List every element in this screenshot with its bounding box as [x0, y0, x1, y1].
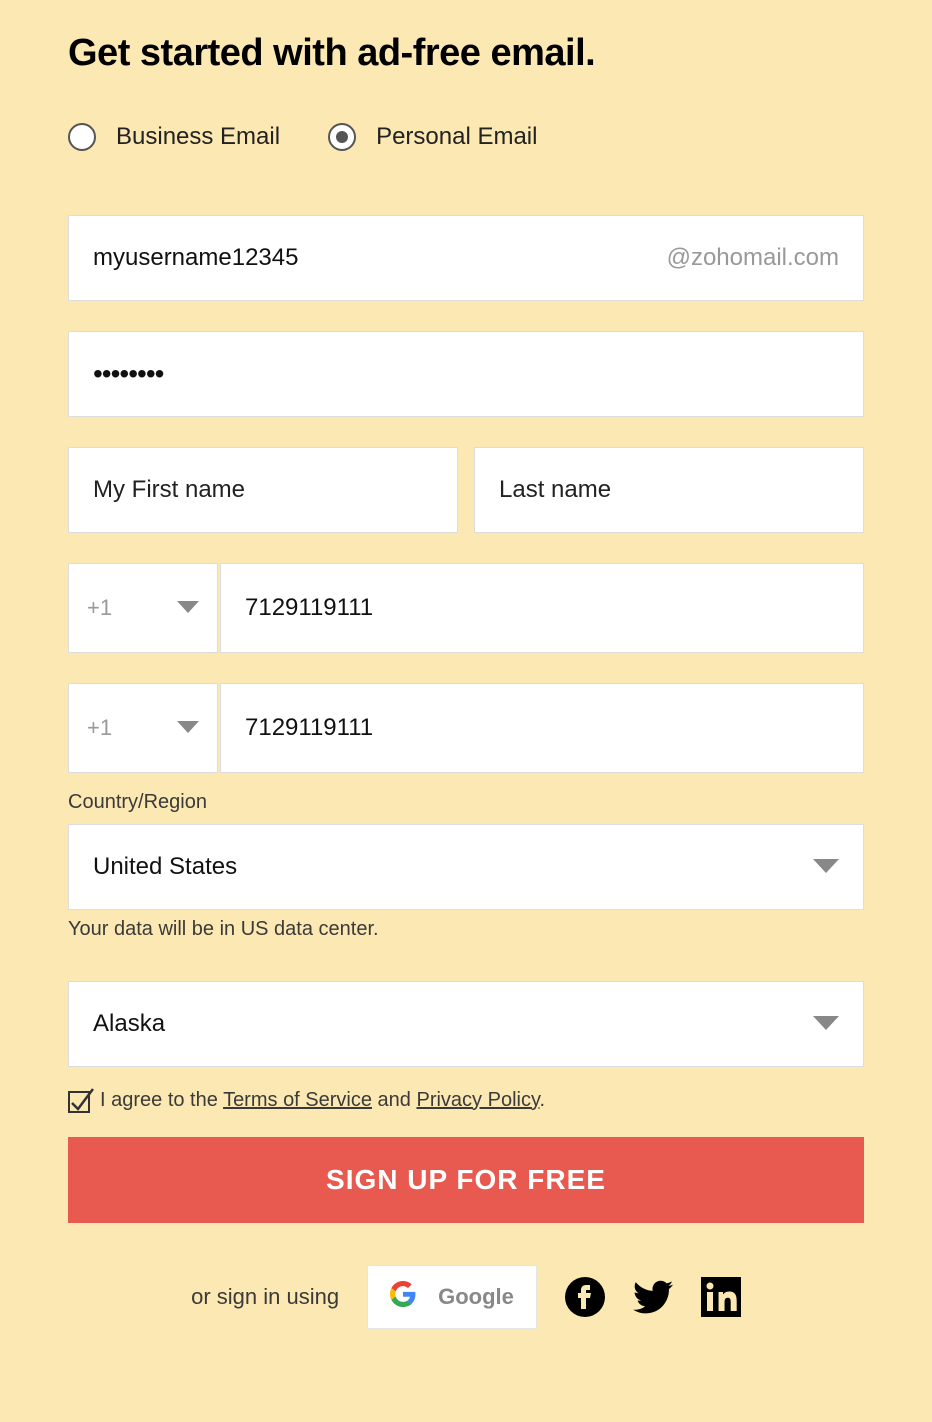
privacy-link[interactable]: Privacy Policy	[416, 1089, 539, 1111]
google-icon	[390, 1281, 416, 1313]
country-helper: Your data will be in US data center.	[68, 918, 864, 941]
phone-number-value-2: 7129119111	[245, 714, 373, 742]
phone-number-input-1[interactable]: 7129119111	[220, 563, 864, 653]
chevron-down-icon	[813, 859, 839, 875]
phone-code-value-1: +1	[87, 595, 112, 621]
chevron-down-icon	[177, 721, 199, 735]
linkedin-icon[interactable]	[701, 1277, 741, 1317]
personal-email-label: Personal Email	[376, 123, 537, 151]
first-name-value: My First name	[93, 476, 245, 504]
phone-number-value-1: 7129119111	[245, 594, 373, 622]
first-name-input[interactable]: My First name	[68, 447, 458, 533]
phone-number-input-2[interactable]: 7129119111	[220, 683, 864, 773]
last-name-input[interactable]: Last name	[474, 447, 864, 533]
phone-row-1: +1 7129119111	[68, 563, 864, 653]
password-input[interactable]: ••••••••	[68, 331, 864, 417]
business-email-label: Business Email	[116, 123, 280, 151]
signin-text: or sign in using	[191, 1284, 339, 1310]
chevron-down-icon	[813, 1016, 839, 1032]
twitter-icon[interactable]	[633, 1277, 673, 1317]
country-select[interactable]: United States	[68, 824, 864, 910]
phone-code-select-1[interactable]: +1	[68, 563, 218, 653]
signup-button[interactable]: SIGN UP FOR FREE	[68, 1137, 864, 1223]
username-input[interactable]: myusername12345 @zohomail.com	[68, 215, 864, 301]
country-label: Country/Region	[68, 791, 864, 814]
google-label: Google	[438, 1284, 514, 1310]
agree-checkbox-row[interactable]: I agree to the Terms of Service and Priv…	[68, 1087, 864, 1113]
phone-code-value-2: +1	[87, 715, 112, 741]
radio-unchecked-icon	[68, 123, 96, 151]
password-masked: ••••••••	[93, 358, 163, 390]
agree-text: I agree to the Terms of Service and Priv…	[100, 1089, 545, 1112]
facebook-icon[interactable]	[565, 1277, 605, 1317]
phone-row-2: +1 7129119111	[68, 683, 864, 773]
personal-email-radio[interactable]: Personal Email	[328, 123, 537, 151]
signin-row: or sign in using Google	[68, 1265, 864, 1329]
username-suffix: @zohomail.com	[667, 244, 839, 272]
google-signin-button[interactable]: Google	[367, 1265, 537, 1329]
business-email-radio[interactable]: Business Email	[68, 123, 280, 151]
last-name-placeholder: Last name	[499, 476, 611, 504]
state-select[interactable]: Alaska	[68, 981, 864, 1067]
tos-link[interactable]: Terms of Service	[223, 1089, 372, 1111]
country-value: United States	[93, 853, 237, 881]
checkbox-checked-icon	[68, 1087, 94, 1113]
chevron-down-icon	[177, 601, 199, 615]
state-value: Alaska	[93, 1010, 165, 1038]
username-value: myusername12345	[93, 244, 298, 272]
phone-code-select-2[interactable]: +1	[68, 683, 218, 773]
email-type-radio-group: Business Email Personal Email	[68, 123, 864, 151]
page-title: Get started with ad-free email.	[68, 32, 864, 75]
radio-checked-icon	[328, 123, 356, 151]
